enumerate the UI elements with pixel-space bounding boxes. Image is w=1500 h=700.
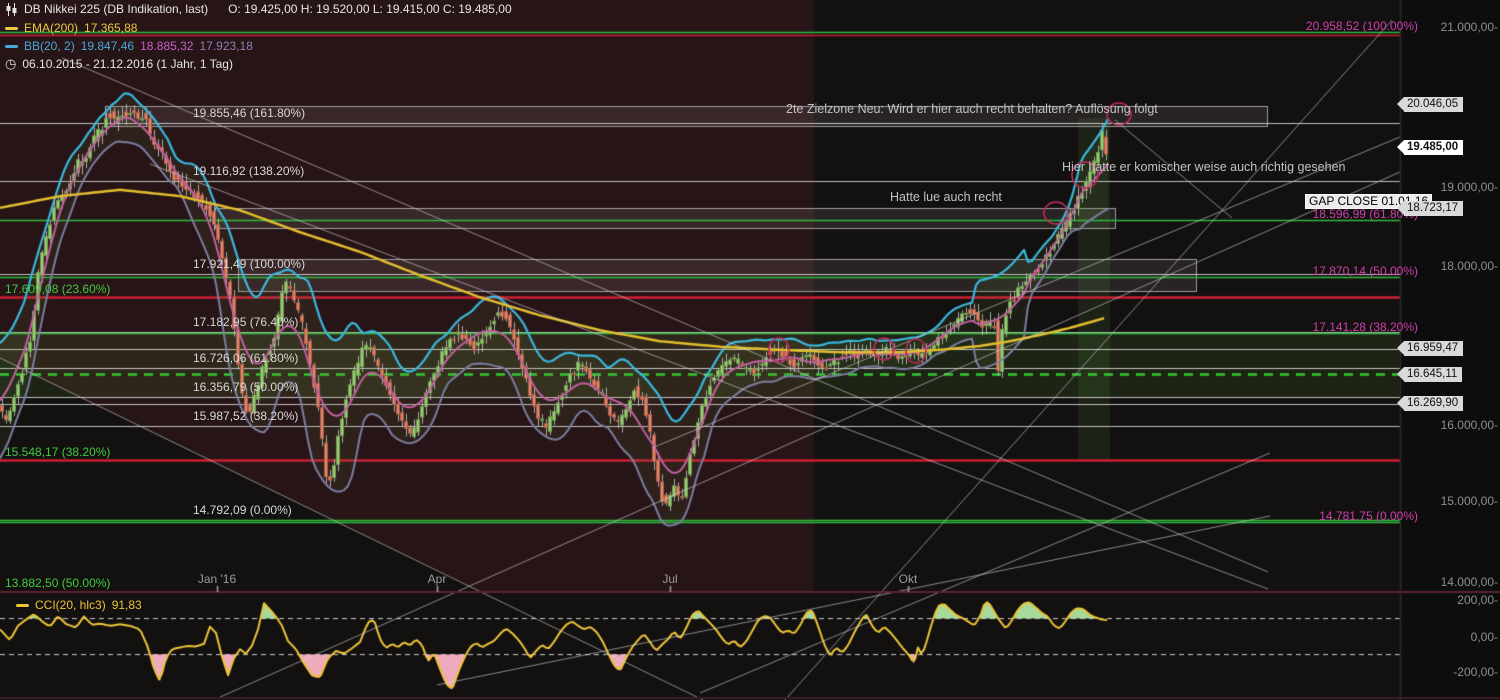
fib-level-label[interactable]: 17.182,95 (76.40%) [193,315,298,329]
bb-mid-value: 18.885,32 [140,39,193,53]
fib-level-label[interactable]: 16.726,06 (61.80%) [193,351,298,365]
clock-icon: ◷ [5,56,16,72]
period-text: 06.10.2015 - 21.12.2016 (1 Jahr, 1 Tag) [22,57,233,71]
fib-level-label-magenta[interactable]: 17.141,28 (38.20%) [1313,320,1418,334]
price-axis-label: 21.000,00- [1441,20,1498,34]
price-axis-label: 15.000,00- [1441,494,1498,508]
trading-chart-window: DB Nikkei 225 (DB Indikation, last) O: 1… [0,0,1500,700]
ema-legend-row[interactable]: EMA(200) 17.365,88 [5,21,137,35]
cci-line-icon [16,604,29,607]
ohlc-values: O: 19.425,00 H: 19.520,00 L: 19.415,00 C… [228,2,512,16]
cci-axis-label: -200,00- [1453,665,1498,679]
time-axis-label: Apr [428,572,447,586]
instrument-title: DB Nikkei 225 (DB Indikation, last) [24,2,208,16]
bb-upper-value: 19.847,46 [81,39,134,53]
cci-label: CCI(20, hlc3) [35,598,106,612]
instrument-legend-row[interactable]: DB Nikkei 225 (DB Indikation, last) O: 1… [5,2,512,16]
time-axis-label: Jan '16 [198,572,236,586]
price-axis-label: 16.000,00- [1441,418,1498,432]
fib-level-label-magenta[interactable]: 20.958,52 (100.00%) [1306,19,1418,33]
price-axis-label: 18.000,00- [1441,259,1498,273]
price-level-tag[interactable]: 16.269,90 [1404,396,1463,411]
fib-level-label[interactable]: 19.116,92 (138.20%) [193,164,304,178]
fib-level-label-green[interactable]: 13.882,50 (50.00%) [5,576,110,590]
price-level-tag[interactable]: 18.723,17 [1404,201,1463,216]
bb-label: BB(20, 2) [24,39,75,53]
annotation-komischer-weise[interactable]: Hier hatte er komischer weise auch richt… [1062,160,1345,174]
fib-level-label[interactable]: 16.356,79 (50.00%) [193,380,298,394]
time-axis-label: Jul [662,572,677,586]
bb-lower-value: 17.923,18 [199,39,252,53]
price-axis-label: 19.000,00- [1441,180,1498,194]
cci-value: 91,83 [112,598,142,612]
candlestick-icon [5,3,18,16]
fib-level-label[interactable]: 14.792,09 (0.00%) [193,503,292,517]
ema-line-icon [5,27,18,30]
fib-level-label[interactable]: 15.987,52 (38.20%) [193,409,298,423]
bb-line-icon [5,45,18,48]
current-price-tag[interactable]: 19.485,00 [1404,140,1463,155]
bb-legend-row[interactable]: BB(20, 2) 19.847,46 18.885,32 17.923,18 [5,39,253,53]
annotation-hatte-lue[interactable]: Hatte lue auch recht [890,190,1002,204]
ema-value: 17.365,88 [84,21,137,35]
price-chart-canvas[interactable] [0,0,1500,700]
price-axis-label: 14.000,00- [1441,575,1498,589]
fib-level-label-green[interactable]: 17.609,08 (23.60%) [5,282,110,296]
fib-level-label-green[interactable]: 15.548,17 (38.20%) [5,445,110,459]
cci-axis-label: 0,00- [1471,630,1498,644]
period-row[interactable]: ◷ 06.10.2015 - 21.12.2016 (1 Jahr, 1 Tag… [5,56,233,72]
fib-level-label[interactable]: 17.921,49 (100.00%) [193,257,305,271]
fib-level-label-magenta[interactable]: 14.781,75 (0.00%) [1319,509,1418,523]
fib-level-label[interactable]: 19.855,46 (161.80%) [193,106,305,120]
price-level-tag[interactable]: 16.645,11 [1404,367,1462,382]
price-level-tag[interactable]: 20.046,05 [1404,97,1463,112]
fib-level-label-magenta[interactable]: 17.870,14 (50.00%) [1313,264,1418,278]
ema-label: EMA(200) [24,21,78,35]
annotation-zielzone[interactable]: 2te Zielzone Neu: Wird er hier auch rech… [786,102,1158,116]
time-axis-label: Okt [899,572,918,586]
cci-axis-label: 200,00- [1457,593,1498,607]
price-level-tag[interactable]: 16.959,47 [1404,341,1463,356]
cci-legend-row[interactable]: CCI(20, hlc3) 91,83 [16,598,142,612]
